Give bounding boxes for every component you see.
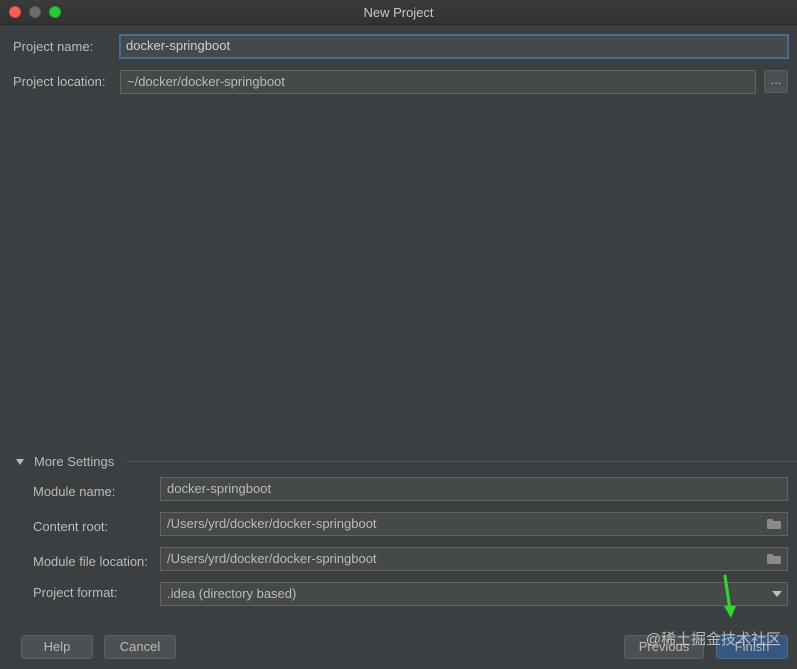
arrow-annotation-icon — [723, 574, 736, 618]
project-format-label: Project format: — [33, 585, 118, 600]
project-location-label: Project location: — [13, 74, 106, 89]
project-format-select[interactable]: .idea (directory based) — [160, 582, 788, 606]
more-settings-toggle[interactable]: More Settings — [14, 453, 797, 471]
watermark: @稀土掘金技术社区 — [645, 631, 781, 648]
project-name-input[interactable]: docker-springboot — [119, 34, 789, 59]
title-bar: New Project — [0, 0, 797, 25]
content-root-label: Content root: — [33, 519, 109, 534]
project-location-input[interactable]: ~/docker/docker-springboot — [120, 70, 756, 94]
chevron-down-icon[interactable] — [772, 591, 782, 597]
new-project-dialog: New Project Project name: docker-springb… — [0, 0, 797, 669]
folder-icon[interactable] — [767, 519, 781, 529]
module-file-location-label: Module file location: — [33, 554, 148, 569]
section-divider — [126, 461, 797, 462]
module-name-label: Module name: — [33, 484, 116, 499]
triangle-down-icon — [16, 459, 24, 465]
folder-icon[interactable] — [767, 554, 781, 564]
content-root-input[interactable]: /Users/yrd/docker/docker-springboot — [160, 512, 788, 536]
window-title: New Project — [363, 5, 434, 20]
browse-location-button[interactable]: ... — [764, 70, 788, 93]
more-settings-title: More Settings — [34, 454, 115, 469]
module-file-location-input[interactable]: /Users/yrd/docker/docker-springboot — [160, 547, 788, 571]
help-button[interactable]: Help — [21, 635, 93, 659]
module-name-input[interactable]: docker-springboot — [160, 477, 788, 501]
cancel-button[interactable]: Cancel — [104, 635, 176, 659]
project-name-label: Project name: — [13, 39, 94, 54]
